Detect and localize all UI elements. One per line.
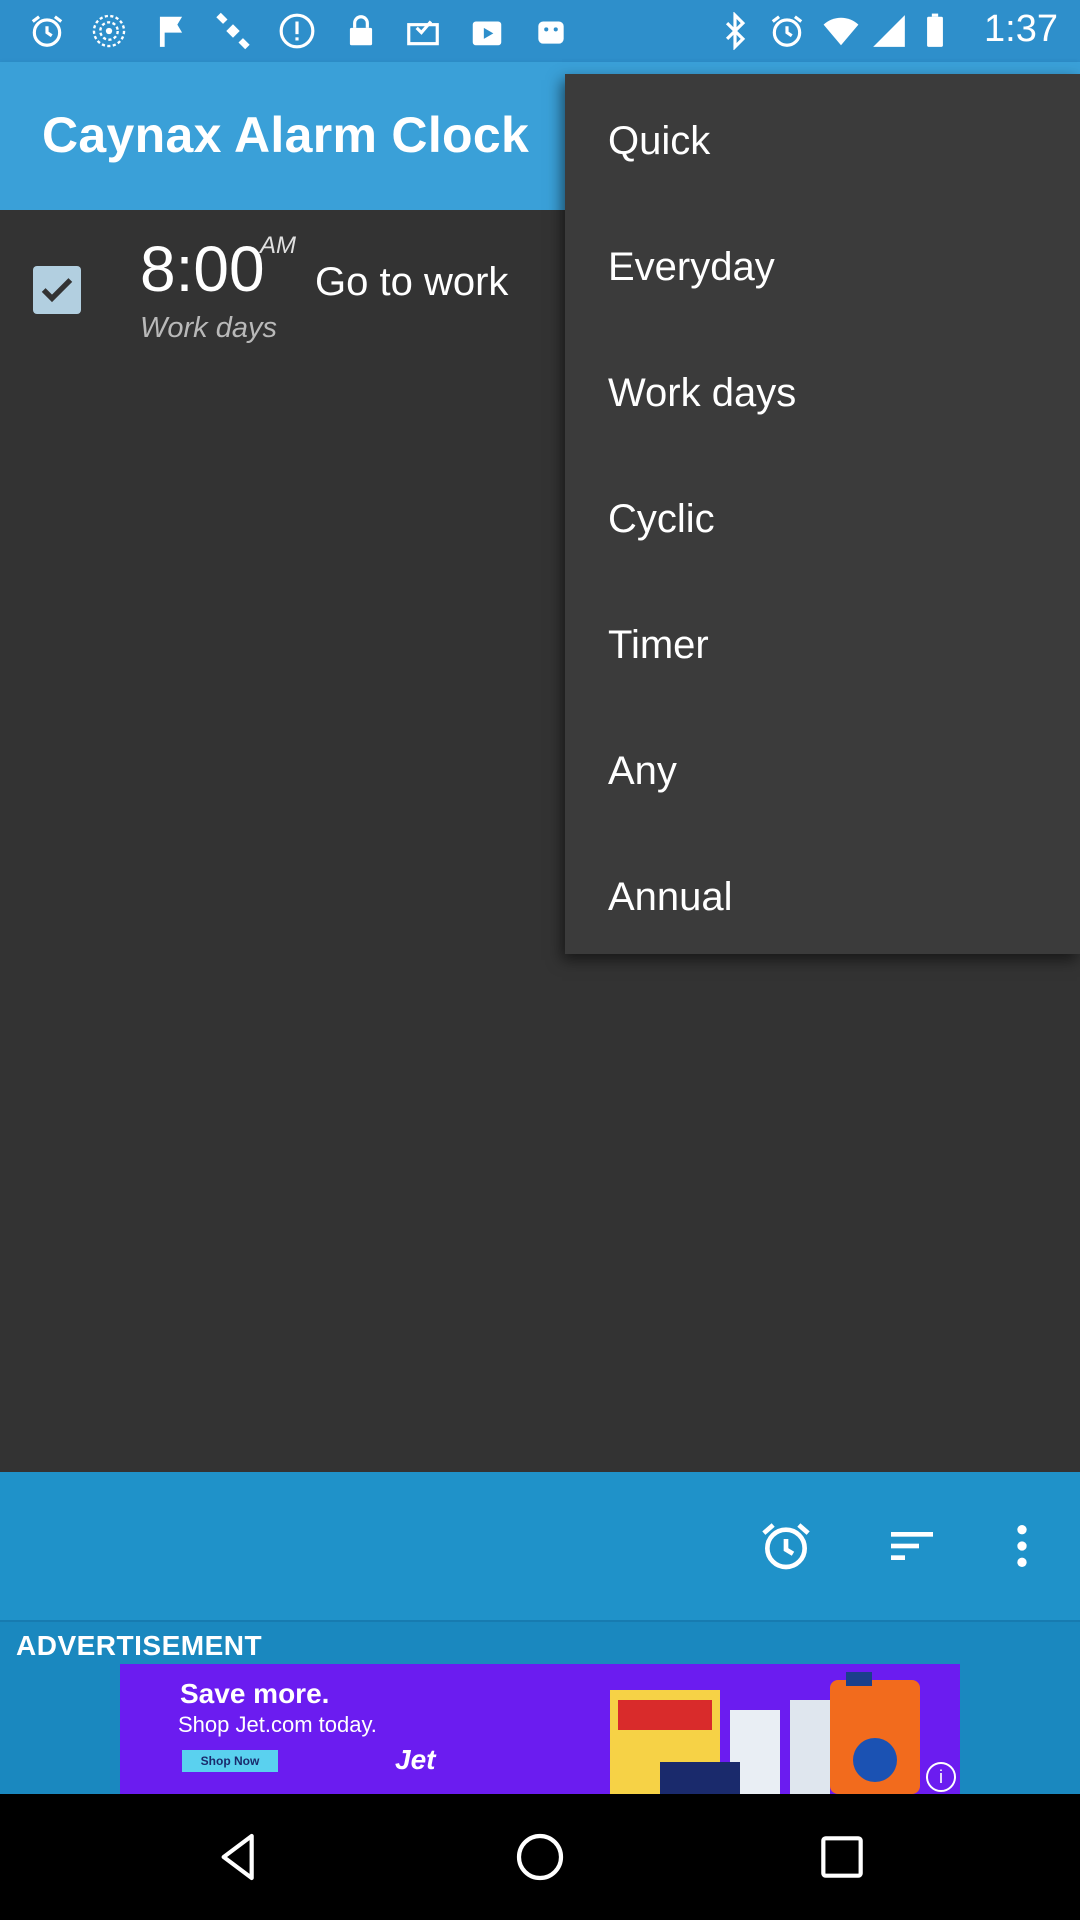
ad-label: ADVERTISEMENT <box>16 1630 263 1661</box>
alarm-enabled-checkbox[interactable] <box>33 266 81 314</box>
alarm-repeat: Work days <box>140 312 277 344</box>
alarm-name: Go to work <box>315 260 509 304</box>
alarm-icon <box>28 12 66 50</box>
ad-brand-logo: Jet <box>395 1744 436 1775</box>
alarm-time: 8:00 <box>140 233 265 305</box>
menu-item-annual[interactable]: Annual <box>565 834 1080 960</box>
status-bar: 1:37 <box>0 0 1080 62</box>
menu-item-cyclic[interactable]: Cyclic <box>565 456 1080 582</box>
menu-item-timer[interactable]: Timer <box>565 582 1080 708</box>
back-icon[interactable] <box>210 1827 270 1887</box>
navigation-bar <box>0 1794 1080 1920</box>
fake-gps-icon <box>152 12 190 50</box>
alarm-icon <box>768 12 806 50</box>
recents-icon[interactable] <box>812 1827 872 1887</box>
add-alarm-icon[interactable] <box>756 1516 816 1576</box>
satellite-icon <box>214 12 252 50</box>
menu-item-everyday[interactable]: Everyday <box>565 204 1080 330</box>
ad-info-icon[interactable]: i <box>926 1762 956 1792</box>
ad-headline: Save more. <box>180 1678 330 1709</box>
ad-products-image <box>610 1672 920 1794</box>
more-vert-icon[interactable] <box>992 1516 1052 1576</box>
wifi-icon <box>822 12 860 50</box>
android-icon <box>532 12 570 50</box>
alarm-type-menu: Quick Everyday Work days Cyclic Timer An… <box>565 74 1080 954</box>
lock-icon <box>342 12 380 50</box>
status-time: 1:37 <box>984 8 1058 50</box>
app-title: Caynax Alarm Clock <box>42 107 530 163</box>
battery-icon <box>916 12 954 50</box>
home-icon[interactable] <box>510 1827 570 1887</box>
radio-signal-icon <box>90 12 128 50</box>
menu-item-quick[interactable]: Quick <box>565 78 1080 204</box>
alarm-ampm: AM <box>260 232 296 259</box>
signal-icon <box>870 12 908 50</box>
checkmark-icon <box>41 278 73 303</box>
menu-item-work-days[interactable]: Work days <box>565 330 1080 456</box>
play-store-icon <box>468 12 506 50</box>
bluetooth-icon <box>716 12 754 50</box>
sort-icon[interactable] <box>882 1516 942 1576</box>
ad-area: ADVERTISEMENT Save more. Shop Jet.com to… <box>0 1620 1080 1794</box>
ad-banner[interactable]: Save more. Shop Jet.com today. Shop Now … <box>120 1664 960 1794</box>
ad-subline: Shop Jet.com today. <box>178 1712 377 1737</box>
mail-check-icon <box>404 12 442 50</box>
info-circle-icon <box>278 12 316 50</box>
menu-item-any[interactable]: Any <box>565 708 1080 834</box>
bottom-toolbar <box>0 1472 1080 1620</box>
ad-cta-button[interactable]: Shop Now <box>182 1750 278 1772</box>
